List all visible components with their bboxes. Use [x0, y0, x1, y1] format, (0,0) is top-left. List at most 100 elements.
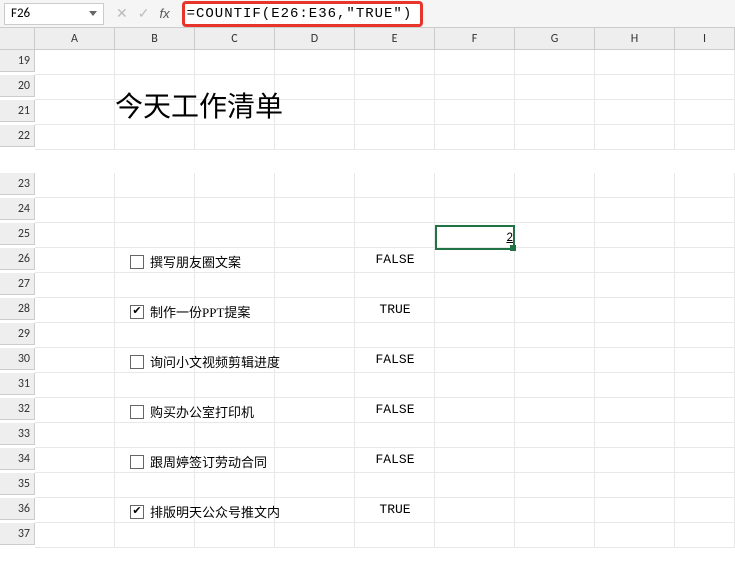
- cell-F35[interactable]: [435, 473, 515, 498]
- cell-G33[interactable]: [515, 423, 595, 448]
- cell-A34[interactable]: [35, 448, 115, 473]
- cell-H26[interactable]: [595, 248, 675, 273]
- cell-I27[interactable]: [675, 273, 735, 298]
- row-header-27[interactable]: 27: [0, 273, 35, 295]
- row-header-36[interactable]: 36: [0, 498, 35, 520]
- cell-F30[interactable]: [435, 348, 515, 373]
- cell-A23[interactable]: [35, 173, 115, 198]
- cell-C25[interactable]: [195, 223, 275, 248]
- checkbox[interactable]: [130, 255, 144, 269]
- checkbox[interactable]: [130, 305, 144, 319]
- cell-D30[interactable]: [275, 348, 355, 373]
- cell-B37[interactable]: [115, 523, 195, 548]
- cell-C24[interactable]: [195, 198, 275, 223]
- cell-C23[interactable]: [195, 173, 275, 198]
- cell-G30[interactable]: [515, 348, 595, 373]
- fx-icon[interactable]: fx: [159, 6, 169, 21]
- cell-G32[interactable]: [515, 398, 595, 423]
- cell-F37[interactable]: [435, 523, 515, 548]
- cell-H25[interactable]: [595, 223, 675, 248]
- row-header-29[interactable]: 29: [0, 323, 35, 345]
- cell-A25[interactable]: [35, 223, 115, 248]
- col-header-I[interactable]: I: [675, 28, 735, 50]
- cancel-icon[interactable]: ✕: [116, 5, 128, 22]
- row-header-37[interactable]: 37: [0, 523, 35, 545]
- cell-I28[interactable]: [675, 298, 735, 323]
- cell-I25[interactable]: [675, 223, 735, 248]
- row-header-22[interactable]: 22: [0, 125, 35, 147]
- cell-H23[interactable]: [595, 173, 675, 198]
- cell-A27[interactable]: [35, 273, 115, 298]
- cell-I22[interactable]: [675, 125, 735, 150]
- cell-A20[interactable]: [35, 75, 115, 100]
- cell-I36[interactable]: [675, 498, 735, 523]
- cell-I37[interactable]: [675, 523, 735, 548]
- row-header-32[interactable]: 32: [0, 398, 35, 420]
- cell-B29[interactable]: [115, 323, 195, 348]
- cell-H36[interactable]: [595, 498, 675, 523]
- cell-F34[interactable]: [435, 448, 515, 473]
- cell-I24[interactable]: [675, 198, 735, 223]
- cell-G26[interactable]: [515, 248, 595, 273]
- cell-H28[interactable]: [595, 298, 675, 323]
- row-header-26[interactable]: 26: [0, 248, 35, 270]
- cell-H31[interactable]: [595, 373, 675, 398]
- cell-B24[interactable]: [115, 198, 195, 223]
- col-header-A[interactable]: A: [35, 28, 115, 50]
- spreadsheet-grid[interactable]: ABCDEFGHI1920212223242526272829303132333…: [0, 28, 735, 548]
- col-header-C[interactable]: C: [195, 28, 275, 50]
- cell-F20[interactable]: [435, 75, 515, 100]
- cell-C35[interactable]: [195, 473, 275, 498]
- cell-B35[interactable]: [115, 473, 195, 498]
- cell-E22[interactable]: [355, 125, 435, 150]
- col-header-B[interactable]: B: [115, 28, 195, 50]
- row-header-33[interactable]: 33: [0, 423, 35, 445]
- cell-F22[interactable]: [435, 125, 515, 150]
- cell-D25[interactable]: [275, 223, 355, 248]
- cell-A30[interactable]: [35, 348, 115, 373]
- row-header-24[interactable]: 24: [0, 198, 35, 220]
- cell-F29[interactable]: [435, 323, 515, 348]
- cell-G21[interactable]: [515, 100, 595, 125]
- cell-D32[interactable]: [275, 398, 355, 423]
- cell-G25[interactable]: [515, 223, 595, 248]
- cell-G31[interactable]: [515, 373, 595, 398]
- cell-E21[interactable]: [355, 100, 435, 125]
- row-header-20[interactable]: 20: [0, 75, 35, 97]
- cell-E35[interactable]: [355, 473, 435, 498]
- cell-G24[interactable]: [515, 198, 595, 223]
- cell-H20[interactable]: [595, 75, 675, 100]
- cell-H19[interactable]: [595, 50, 675, 75]
- cell-C37[interactable]: [195, 523, 275, 548]
- cell-A26[interactable]: [35, 248, 115, 273]
- cell-H37[interactable]: [595, 523, 675, 548]
- cell-D28[interactable]: [275, 298, 355, 323]
- cell-E27[interactable]: [355, 273, 435, 298]
- cell-H24[interactable]: [595, 198, 675, 223]
- cell-C29[interactable]: [195, 323, 275, 348]
- cell-B22[interactable]: [115, 125, 195, 150]
- cell-B33[interactable]: [115, 423, 195, 448]
- row-header-34[interactable]: 34: [0, 448, 35, 470]
- cell-C27[interactable]: [195, 273, 275, 298]
- cell-I31[interactable]: [675, 373, 735, 398]
- cell-A36[interactable]: [35, 498, 115, 523]
- cell-E24[interactable]: [355, 198, 435, 223]
- cell-I20[interactable]: [675, 75, 735, 100]
- row-header-31[interactable]: 31: [0, 373, 35, 395]
- cell-H22[interactable]: [595, 125, 675, 150]
- row-header-35[interactable]: 35: [0, 473, 35, 495]
- cell-A19[interactable]: [35, 50, 115, 75]
- cell-F21[interactable]: [435, 100, 515, 125]
- cell-H35[interactable]: [595, 473, 675, 498]
- name-box-dropdown-icon[interactable]: [89, 11, 97, 16]
- row-header-25[interactable]: 25: [0, 223, 35, 245]
- col-header-D[interactable]: D: [275, 28, 355, 50]
- cell-F33[interactable]: [435, 423, 515, 448]
- cell-F26[interactable]: [435, 248, 515, 273]
- cell-D19[interactable]: [275, 50, 355, 75]
- cell-I21[interactable]: [675, 100, 735, 125]
- cell-I29[interactable]: [675, 323, 735, 348]
- cell-E37[interactable]: [355, 523, 435, 548]
- cell-E29[interactable]: [355, 323, 435, 348]
